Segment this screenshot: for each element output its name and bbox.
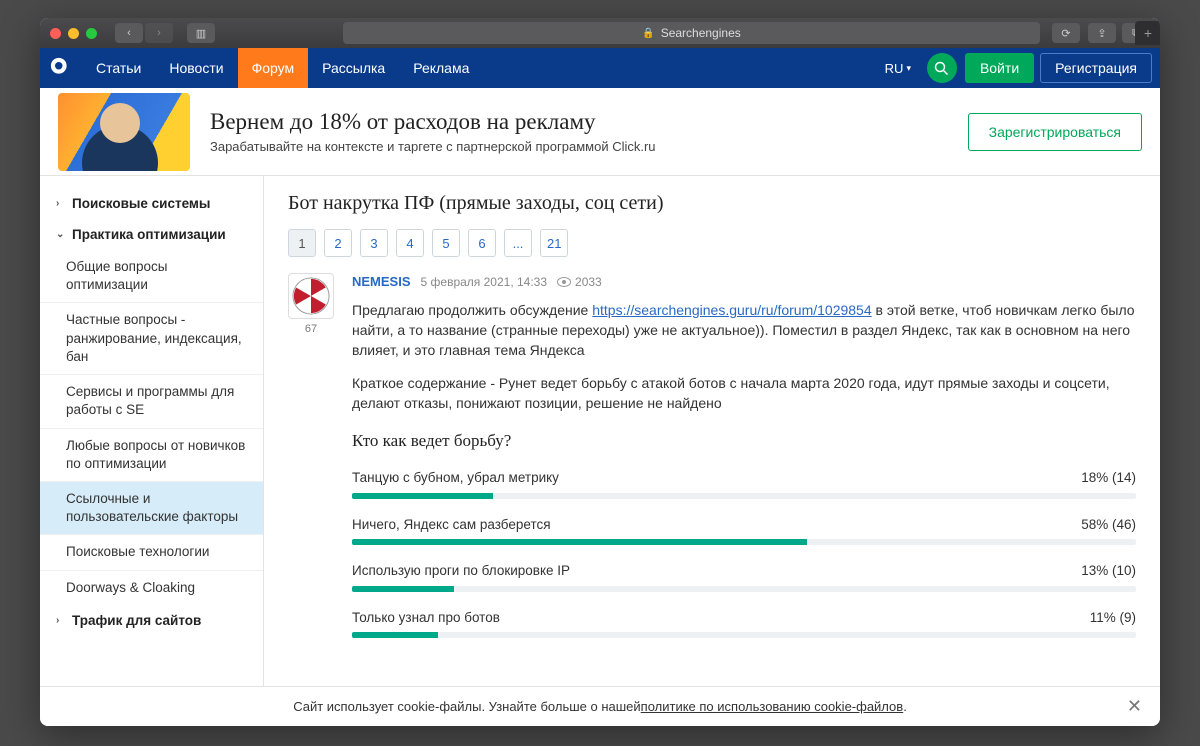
nav-link-3[interactable]: Рассылка <box>308 48 399 88</box>
cookie-banner: Сайт использует cookie-файлы. Узнайте бо… <box>40 686 1160 726</box>
poll-option-value: 58% (46) <box>1081 515 1136 535</box>
sidebar-cat-search-systems[interactable]: › Поисковые системы <box>40 188 263 219</box>
traffic-max-icon[interactable] <box>86 28 97 39</box>
lock-icon: 🔒 <box>642 28 654 39</box>
share-button[interactable]: ⇪ <box>1088 23 1116 43</box>
poll-option-label: Танцую с бубном, убрал метрику <box>352 468 559 488</box>
author-score: 67 <box>288 323 334 335</box>
page-button[interactable]: 3 <box>360 229 388 257</box>
sidebar-item[interactable]: Doorways & Cloaking <box>40 571 263 605</box>
author-avatar[interactable] <box>288 273 334 319</box>
close-icon[interactable]: ✕ <box>1127 696 1142 717</box>
sidebar-item[interactable]: Частные вопросы - ранжирование, индексац… <box>40 303 263 375</box>
site-navbar: СтатьиНовостиФорумРассылкаРеклама RU ▾ В… <box>40 48 1160 88</box>
page-button[interactable]: 2 <box>324 229 352 257</box>
post-link[interactable]: https://searchengines.guru/ru/forum/1029… <box>592 302 871 318</box>
eye-icon <box>557 277 571 287</box>
poll-bar <box>352 493 1136 499</box>
poll-option-value: 11% (9) <box>1090 608 1136 628</box>
nav-link-2[interactable]: Форум <box>238 48 309 88</box>
banner-cta-button[interactable]: Зарегистрироваться <box>968 113 1142 151</box>
new-tab-button[interactable]: + <box>1135 21 1160 45</box>
register-button[interactable]: Регистрация <box>1040 53 1152 83</box>
chevron-down-icon: ▾ <box>906 63 911 74</box>
sidebar-cat-traffic[interactable]: › Трафик для сайтов <box>40 605 263 636</box>
back-button[interactable]: ‹ <box>115 23 143 43</box>
post-views: 2033 <box>557 274 602 291</box>
nav-link-4[interactable]: Реклама <box>399 48 483 88</box>
sidebar-cat-label: Практика оптимизации <box>72 227 226 242</box>
poll-title: Кто как ведет борьбу? <box>352 429 1136 454</box>
poll-options: Танцую с бубном, убрал метрику 18% (14) Ни… <box>352 468 1136 638</box>
browser-window: ‹ › ▥ 🔒 Searchengines ⟳ ⇪ ⧉ + СтатьиНово… <box>40 18 1160 726</box>
sidebar-item[interactable]: Сервисы и программы для работы с SE <box>40 375 263 428</box>
main-content: Бот накрутка ПФ (прямые заходы, соц сети… <box>264 176 1160 686</box>
poll-option-label: Ничего, Яндекс сам разберется <box>352 515 551 535</box>
thread-title: Бот накрутка ПФ (прямые заходы, соц сети… <box>288 192 1136 215</box>
forum-post: 67 NEMESIS 5 февраля 2021, 14:33 2033 Пр… <box>288 273 1136 654</box>
poll-option[interactable]: Использую проги по блокировке IP 13% (10) <box>352 561 1136 592</box>
address-text: Searchengines <box>661 26 741 40</box>
poll-option[interactable]: Танцую с бубном, убрал метрику 18% (14) <box>352 468 1136 499</box>
traffic-min-icon[interactable] <box>68 28 79 39</box>
page-button[interactable]: 6 <box>468 229 496 257</box>
poll-option-label: Только узнал про ботов <box>352 608 500 628</box>
search-button[interactable] <box>927 53 957 83</box>
poll-option-value: 13% (10) <box>1081 561 1136 581</box>
post-date: 5 февраля 2021, 14:33 <box>421 274 548 291</box>
sidebar-cat-optimization[interactable]: ⌄ Практика оптимизации <box>40 219 263 250</box>
poll-option-value: 18% (14) <box>1081 468 1136 488</box>
pagination: 123456... 21 <box>288 229 1136 257</box>
page-button[interactable]: ... <box>504 229 532 257</box>
page-button[interactable]: 1 <box>288 229 316 257</box>
page-button[interactable]: 4 <box>396 229 424 257</box>
author-name[interactable]: NEMESIS <box>352 273 411 292</box>
login-button[interactable]: Войти <box>965 53 1034 83</box>
cookie-dot: . <box>903 699 907 714</box>
poll-option[interactable]: Только узнал про ботов 11% (9) <box>352 608 1136 639</box>
poll-bar <box>352 632 1136 638</box>
umbrella-icon <box>292 277 330 315</box>
sidebar-toggle-icon[interactable]: ▥ <box>187 23 215 43</box>
traffic-close-icon[interactable] <box>50 28 61 39</box>
sidebar-item[interactable]: Любые вопросы от новичков по оптимизации <box>40 429 263 482</box>
sidebar-item[interactable]: Общие вопросы оптимизации <box>40 250 263 303</box>
banner-title: Вернем до 18% от расходов на рекламу <box>210 109 948 135</box>
titlebar: ‹ › ▥ 🔒 Searchengines ⟳ ⇪ ⧉ + <box>40 18 1160 48</box>
post-paragraph: Краткое содержание - Рунет ведет борьбу … <box>352 373 1136 414</box>
poll-option-label: Использую проги по блокировке IP <box>352 561 570 581</box>
cookie-text: Сайт использует cookie-файлы. Узнайте бо… <box>293 699 640 714</box>
poll-option[interactable]: Ничего, Яндекс сам разберется 58% (46) <box>352 515 1136 546</box>
sidebar-item[interactable]: Ссылочные и пользовательские факторы <box>40 482 263 535</box>
address-bar[interactable]: 🔒 Searchengines <box>343 22 1040 44</box>
nav-link-1[interactable]: Новости <box>155 48 237 88</box>
language-selector[interactable]: RU ▾ <box>877 61 919 76</box>
reload-button[interactable]: ⟳ <box>1052 23 1080 43</box>
chevron-right-icon: › <box>56 198 64 209</box>
sidebar: › Поисковые системы ⌄ Практика оптимизац… <box>40 176 264 686</box>
page-button[interactable]: 21 <box>540 229 568 257</box>
promo-banner: Вернем до 18% от расходов на рекламу Зар… <box>40 88 1160 176</box>
sidebar-item[interactable]: Поисковые технологии <box>40 535 263 570</box>
site-logo[interactable] <box>40 48 82 88</box>
sidebar-cat-label: Трафик для сайтов <box>72 613 201 628</box>
forward-button[interactable]: › <box>145 23 173 43</box>
post-text-fragment: Предлагаю продолжить обсуждение <box>352 302 592 318</box>
language-label: RU <box>885 61 904 76</box>
cookie-policy-link[interactable]: политике по использованию cookie-файлов <box>641 699 904 714</box>
sidebar-cat-label: Поисковые системы <box>72 196 210 211</box>
banner-image <box>58 93 190 171</box>
chevron-right-icon: › <box>56 615 64 626</box>
page-button[interactable]: 5 <box>432 229 460 257</box>
poll-bar <box>352 586 1136 592</box>
chevron-down-icon: ⌄ <box>56 229 64 240</box>
banner-subtitle: Зарабатывайте на контексте и таргете с п… <box>210 139 948 154</box>
poll-bar <box>352 539 1136 545</box>
views-count: 2033 <box>575 274 602 291</box>
post-paragraph: Предлагаю продолжить обсуждение https://… <box>352 300 1136 361</box>
nav-link-0[interactable]: Статьи <box>82 48 155 88</box>
